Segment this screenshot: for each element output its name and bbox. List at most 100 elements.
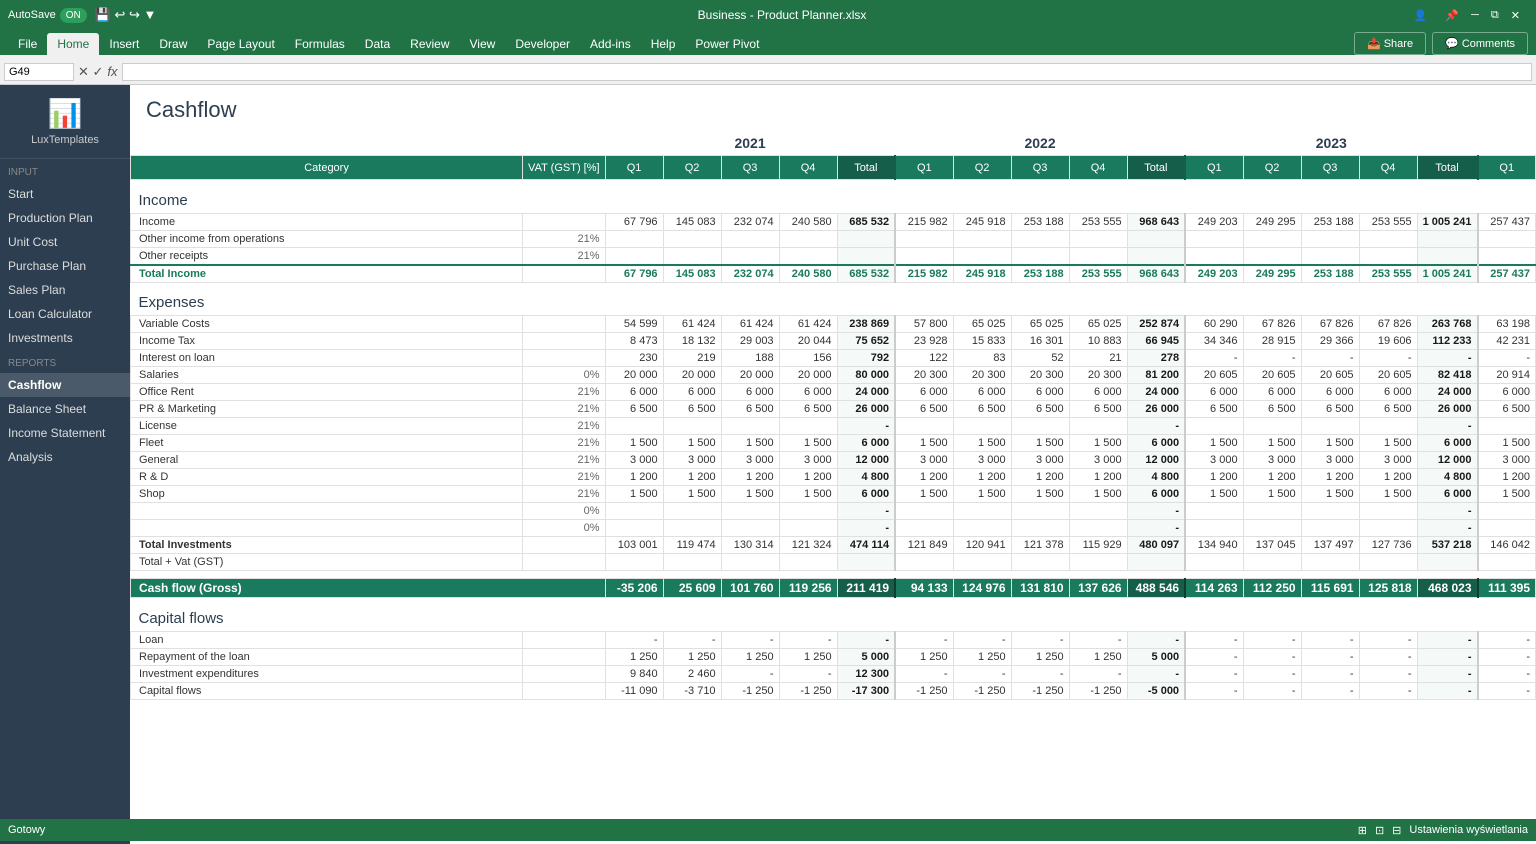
tab-power-pivot[interactable]: Power Pivot (685, 33, 769, 55)
cashflow-gross-label: Cash flow (Gross) (131, 579, 606, 598)
sidebar-item-cashflow[interactable]: Cashflow (0, 373, 130, 397)
sheet-title: Cashflow (130, 85, 1536, 131)
minimize-icon[interactable]: ─ (1471, 9, 1479, 21)
capital-row-investment: Investment expenditures 9 840 2 460 - - … (131, 665, 1536, 682)
title-bar: AutoSave ON 💾 ↩ ↪ ▼ Business - Product P… (0, 0, 1536, 30)
year-2023: 2023 (1185, 131, 1477, 156)
income-q2-2022: 245 918 (953, 213, 1011, 230)
header-q1-2023: Q1 (1185, 156, 1243, 180)
account-icon[interactable]: 👤 (1408, 7, 1434, 24)
income-q3-2021: 232 074 (721, 213, 779, 230)
expenses-label: Expenses (131, 290, 1536, 316)
tab-formulas[interactable]: Formulas (285, 33, 355, 55)
tab-draw[interactable]: Draw (149, 33, 197, 55)
ribbon-tabs: File Home Insert Draw Page Layout Formul… (0, 33, 777, 55)
autosave-label: AutoSave (8, 9, 56, 21)
share-button[interactable]: 📤 Share (1354, 32, 1426, 55)
header-q4-2021: Q4 (779, 156, 837, 180)
income-total-2022: 968 643 (1127, 213, 1185, 230)
header-q3-2021: Q3 (721, 156, 779, 180)
title-bar-title: Business - Product Planner.xlsx (698, 8, 867, 22)
income-label-2: Other income from operations (131, 230, 523, 247)
close-icon[interactable]: ✕ (1511, 9, 1520, 22)
capital-section-header: Capital flows (131, 606, 1536, 632)
expense-row-shop: Shop 21% 1 500 1 500 1 500 1 500 6 000 1… (131, 486, 1536, 503)
ribbon-pin-icon[interactable]: 📌 (1445, 9, 1459, 22)
spacer-expenses (131, 282, 1536, 290)
header-category: Category (131, 156, 523, 180)
reports-section-label: Reports (0, 350, 130, 373)
sidebar-item-balance-sheet[interactable]: Balance Sheet (0, 397, 130, 421)
ribbon: File Home Insert Draw Page Layout Formul… (0, 30, 1536, 59)
income-q4-2022: 253 555 (1069, 213, 1127, 230)
autosave-toggle[interactable]: ON (60, 8, 87, 23)
tab-data[interactable]: Data (355, 33, 400, 55)
header-vat: VAT (GST) [%] (523, 156, 606, 180)
capital-row-total: Capital flows -11 090 -3 710 -1 250 -1 2… (131, 682, 1536, 699)
sidebar-item-investments[interactable]: Investments (0, 326, 130, 350)
view-pagebreak-icon[interactable]: ⊟ (1392, 824, 1401, 837)
income-row-2: Other income from operations 21% (131, 230, 1536, 247)
income-q1-2024: 257 437 (1478, 213, 1536, 230)
sidebar-item-production-plan[interactable]: Production Plan (0, 206, 130, 230)
expense-row-variable: Variable Costs 54 599 61 424 61 424 61 4… (131, 316, 1536, 333)
income-row-1: Income 67 796 145 083 232 074 240 580 68… (131, 213, 1536, 230)
expense-row-salaries: Salaries 0% 20 000 20 000 20 000 20 000 … (131, 367, 1536, 384)
view-normal-icon[interactable]: ⊞ (1358, 824, 1367, 837)
income-row-3: Other receipts 21% (131, 247, 1536, 265)
total-income-label: Total Income (131, 265, 523, 283)
tab-developer[interactable]: Developer (505, 33, 580, 55)
header-q1-2022: Q1 (895, 156, 953, 180)
tab-add-ins[interactable]: Add-ins (580, 33, 641, 55)
tab-insert[interactable]: Insert (99, 33, 149, 55)
header-q1-2021: Q1 (605, 156, 663, 180)
main-table: 2021 2022 2023 Category VAT (GST) [%] Q1… (130, 131, 1536, 700)
sidebar-item-loan-calculator[interactable]: Loan Calculator (0, 302, 130, 326)
expense-row-rd: R & D 21% 1 200 1 200 1 200 1 200 4 800 … (131, 469, 1536, 486)
restore-icon[interactable]: ⧉ (1491, 9, 1499, 22)
sidebar-item-purchase-plan[interactable]: Purchase Plan (0, 254, 130, 278)
expense-row-fleet: Fleet 21% 1 500 1 500 1 500 1 500 6 000 … (131, 435, 1536, 452)
expense-row-empty2: 0% - - - (131, 520, 1536, 537)
tab-file[interactable]: File (8, 33, 47, 55)
tab-home[interactable]: Home (47, 33, 99, 55)
header-q2-2021: Q2 (663, 156, 721, 180)
income-vat-3: 21% (523, 247, 606, 265)
income-q3-2022: 253 188 (1011, 213, 1069, 230)
ti-q1-2021: 67 796 (605, 265, 663, 283)
expense-row-general: General 21% 3 000 3 000 3 000 3 000 12 0… (131, 452, 1536, 469)
sidebar-item-income-statement[interactable]: Income Statement (0, 421, 130, 445)
expense-row-office: Office Rent 21% 6 000 6 000 6 000 6 000 … (131, 384, 1536, 401)
sidebar: 📊 LuxTemplates Input Start Production Pl… (0, 85, 130, 844)
quick-access-icons[interactable]: 💾 ↩ ↪ ▼ (95, 7, 157, 23)
tab-page-layout[interactable]: Page Layout (197, 33, 284, 55)
header-q4-2022: Q4 (1069, 156, 1127, 180)
sidebar-item-start[interactable]: Start (0, 182, 130, 206)
income-label-3: Other receipts (131, 247, 523, 265)
sidebar-item-sales-plan[interactable]: Sales Plan (0, 278, 130, 302)
header-q3-2022: Q3 (1011, 156, 1069, 180)
spacer-capital (131, 598, 1536, 606)
tab-view[interactable]: View (460, 33, 506, 55)
sidebar-item-unit-cost[interactable]: Unit Cost (0, 230, 130, 254)
header-q2-2023: Q2 (1243, 156, 1301, 180)
status-bar-right: ⊞ ⊡ ⊟ Ustawienia wyświetlania (1358, 824, 1528, 837)
tab-help[interactable]: Help (641, 33, 686, 55)
income-q3-2023: 253 188 (1301, 213, 1359, 230)
capital-row-repayment: Repayment of the loan 1 250 1 250 1 250 … (131, 648, 1536, 665)
sidebar-item-analysis[interactable]: Analysis (0, 445, 130, 469)
income-q2-2023: 249 295 (1243, 213, 1301, 230)
income-q4-2021: 240 580 (779, 213, 837, 230)
year-header-row: 2021 2022 2023 (131, 131, 1536, 156)
header-q1-2024: Q1 (1478, 156, 1536, 180)
income-total-2023: 1 005 241 (1417, 213, 1477, 230)
view-page-icon[interactable]: ⊡ (1375, 824, 1384, 837)
tab-review[interactable]: Review (400, 33, 459, 55)
expense-row-tax: Income Tax 8 473 18 132 29 003 20 044 75… (131, 333, 1536, 350)
total-investments-label: Total Investments (131, 537, 523, 554)
cell-reference-input[interactable]: G49 (4, 63, 74, 81)
header-q2-2022: Q2 (953, 156, 1011, 180)
formula-input[interactable] (122, 63, 1532, 81)
comments-button[interactable]: 💬 Comments (1432, 32, 1528, 55)
header-q4-2023: Q4 (1359, 156, 1417, 180)
